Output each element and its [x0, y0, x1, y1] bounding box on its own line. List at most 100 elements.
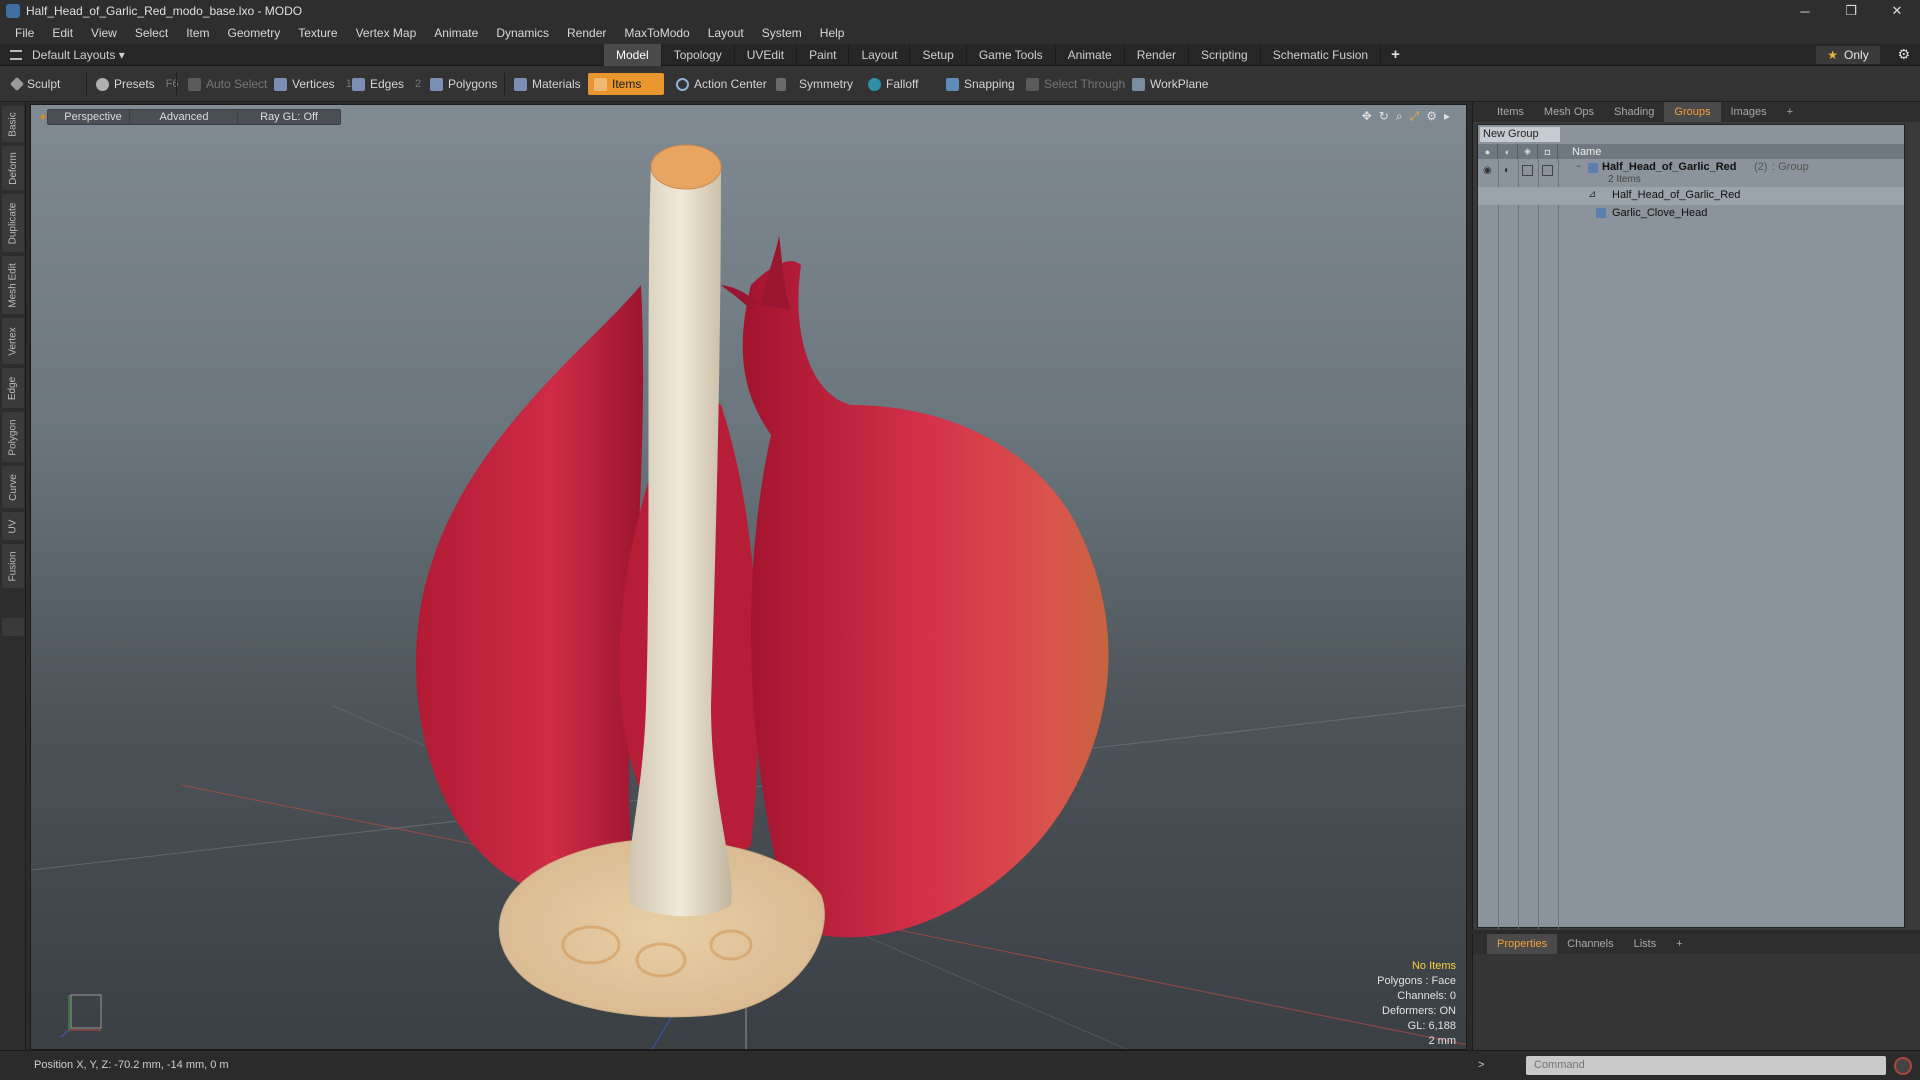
tab-uvedit[interactable]: UVEdit [735, 44, 798, 66]
vtab-polygon[interactable]: Polygon [2, 412, 24, 462]
render-column-icon[interactable]: ◐ [1498, 144, 1518, 159]
tab-channels[interactable]: Channels [1557, 934, 1623, 954]
tab-model[interactable]: Model [604, 44, 662, 66]
visibility-column-icon[interactable]: ● [1478, 144, 1498, 159]
vtab-fusion[interactable]: Fusion [2, 544, 24, 588]
title-bar: Half_Head_of_Garlic_Red_modo_base.lxo - … [0, 0, 1920, 22]
symmetry-button[interactable]: Symmetry [770, 73, 859, 95]
default-layouts-dropdown[interactable]: Default Layouts ▾ [10, 44, 125, 66]
selection-status: No Items [1411, 960, 1456, 972]
menu-edit[interactable]: Edit [43, 22, 82, 44]
menu-dynamics[interactable]: Dynamics [487, 22, 558, 44]
new-group-button[interactable]: New Group [1480, 127, 1560, 142]
tab-mesh-ops[interactable]: Mesh Ops [1534, 102, 1604, 122]
tab-paint[interactable]: Paint [797, 44, 850, 66]
vtab-collapse[interactable] [2, 618, 24, 636]
menu-layout[interactable]: Layout [699, 22, 753, 44]
workplane-button[interactable]: WorkPlane [1126, 73, 1214, 95]
tab-scripting[interactable]: Scripting [1189, 44, 1261, 66]
minimize-button[interactable]: ─ [1782, 0, 1828, 22]
menu-vertex-map[interactable]: Vertex Map [347, 22, 426, 44]
gear-icon[interactable]: ⚙ [1897, 46, 1910, 63]
menu-select[interactable]: Select [126, 22, 177, 44]
expand-icon[interactable]: − [1576, 161, 1581, 171]
menu-system[interactable]: System [753, 22, 811, 44]
vtab-uv[interactable]: UV [2, 512, 24, 540]
vtab-vertex-label: Vertex [7, 326, 19, 356]
vtab-duplicate[interactable]: Duplicate [2, 194, 24, 252]
menu-view[interactable]: View [82, 22, 126, 44]
polygons-button[interactable]: Polygons [424, 73, 503, 95]
vtab-vertex[interactable]: Vertex [2, 318, 24, 364]
vtab-mesh-edit-label: Mesh Edit [7, 262, 19, 308]
menu-geometry[interactable]: Geometry [219, 22, 290, 44]
only-toggle[interactable]: ★ Only [1816, 46, 1880, 64]
name-column-header: Name [1572, 145, 1602, 158]
menu-render[interactable]: Render [558, 22, 615, 44]
tab-items[interactable]: Items [1487, 102, 1534, 122]
tab-schematic-fusion[interactable]: Schematic Fusion [1261, 44, 1382, 66]
vertices-button[interactable]: Vertices 1 [268, 73, 358, 95]
3d-viewport[interactable]: ● Perspective Advanced Ray GL: Off ✥ ↻ ⌕… [30, 104, 1467, 1050]
select-checkbox[interactable] [1542, 165, 1553, 176]
tab-shading[interactable]: Shading [1604, 102, 1664, 122]
action-center-button[interactable]: Action Center [670, 73, 773, 95]
symmetry-label: Symmetry [799, 77, 853, 91]
tab-properties[interactable]: Properties [1487, 934, 1558, 954]
command-input[interactable] [1526, 1056, 1886, 1075]
add-tab-button[interactable]: + [1381, 44, 1410, 66]
tab-images[interactable]: Images [1721, 102, 1777, 122]
main-toolbar: Sculpt Presets F6 Auto Select Vertices 1… [0, 66, 1920, 102]
materials-button[interactable]: Materials [508, 73, 587, 95]
menu-texture[interactable]: Texture [289, 22, 346, 44]
group-child-row[interactable]: ⊿ Half_Head_of_Garlic_Red [1478, 187, 1904, 205]
tab-layout[interactable]: Layout [849, 44, 911, 66]
tab-topology[interactable]: Topology [662, 44, 735, 66]
select-through-label: Select Through [1044, 77, 1126, 91]
auto-select-button[interactable]: Auto Select [182, 73, 273, 95]
add-panel-tab-button[interactable]: + [1666, 934, 1692, 954]
sculpt-button[interactable]: Sculpt [6, 73, 66, 95]
vtab-mesh-edit[interactable]: Mesh Edit [2, 256, 24, 314]
child-name: Half_Head_of_Garlic_Red [1612, 189, 1741, 201]
restore-button[interactable]: ❐ [1828, 0, 1874, 22]
lock-checkbox[interactable] [1522, 165, 1533, 176]
vtab-edge[interactable]: Edge [2, 368, 24, 408]
command-history-button[interactable] [1894, 1057, 1912, 1075]
tab-groups[interactable]: Groups [1664, 102, 1721, 122]
presets-button[interactable]: Presets F6 [90, 73, 185, 95]
tab-render[interactable]: Render [1125, 44, 1190, 66]
edges-button[interactable]: Edges 2 [346, 73, 427, 95]
menu-item[interactable]: Item [177, 22, 218, 44]
menu-maxtomodo[interactable]: MaxToModo [615, 22, 698, 44]
falloff-button[interactable]: Falloff [862, 73, 924, 95]
vtab-basic[interactable]: Basic [2, 106, 24, 142]
menu-file[interactable]: File [6, 22, 43, 44]
layout-tab-bar: Default Layouts ▾ Model Topology UVEdit … [0, 44, 1920, 66]
items-button[interactable]: Items [588, 73, 664, 95]
group-row[interactable]: ◉ ◐ − Half_Head_of_Garlic_Red (2) : Grou… [1478, 161, 1904, 187]
workplane-label: WorkPlane [1150, 77, 1209, 91]
toolbar-divider [504, 73, 505, 95]
snapping-button[interactable]: Snapping [940, 73, 1021, 95]
select-through-button[interactable]: Select Through [1020, 73, 1131, 95]
vtab-curve[interactable]: Curve [2, 466, 24, 508]
tab-lists[interactable]: Lists [1624, 934, 1667, 954]
close-button[interactable]: ✕ [1874, 0, 1920, 22]
vtab-deform[interactable]: Deform [2, 146, 24, 190]
tab-setup[interactable]: Setup [910, 44, 967, 66]
menu-help[interactable]: Help [811, 22, 854, 44]
eye-icon[interactable]: ◉ [1483, 165, 1492, 176]
viewport-info: No Items Polygons : Face Channels: 0 Def… [1377, 959, 1456, 1049]
workplane-icon [1132, 77, 1145, 91]
tab-game-tools[interactable]: Game Tools [967, 44, 1056, 66]
lock-column-icon[interactable]: ◈ [1518, 144, 1538, 159]
select-column-icon[interactable]: ◘ [1538, 144, 1558, 159]
add-panel-tab-button[interactable]: + [1777, 102, 1803, 122]
group-child-row[interactable]: Garlic_Clove_Head [1478, 205, 1904, 223]
items-label: Items [612, 77, 642, 91]
menu-animate[interactable]: Animate [425, 22, 487, 44]
channels-info: Channels: 0 [1397, 990, 1456, 1002]
render-icon[interactable]: ◐ [1504, 165, 1510, 176]
tab-animate[interactable]: Animate [1056, 44, 1125, 66]
